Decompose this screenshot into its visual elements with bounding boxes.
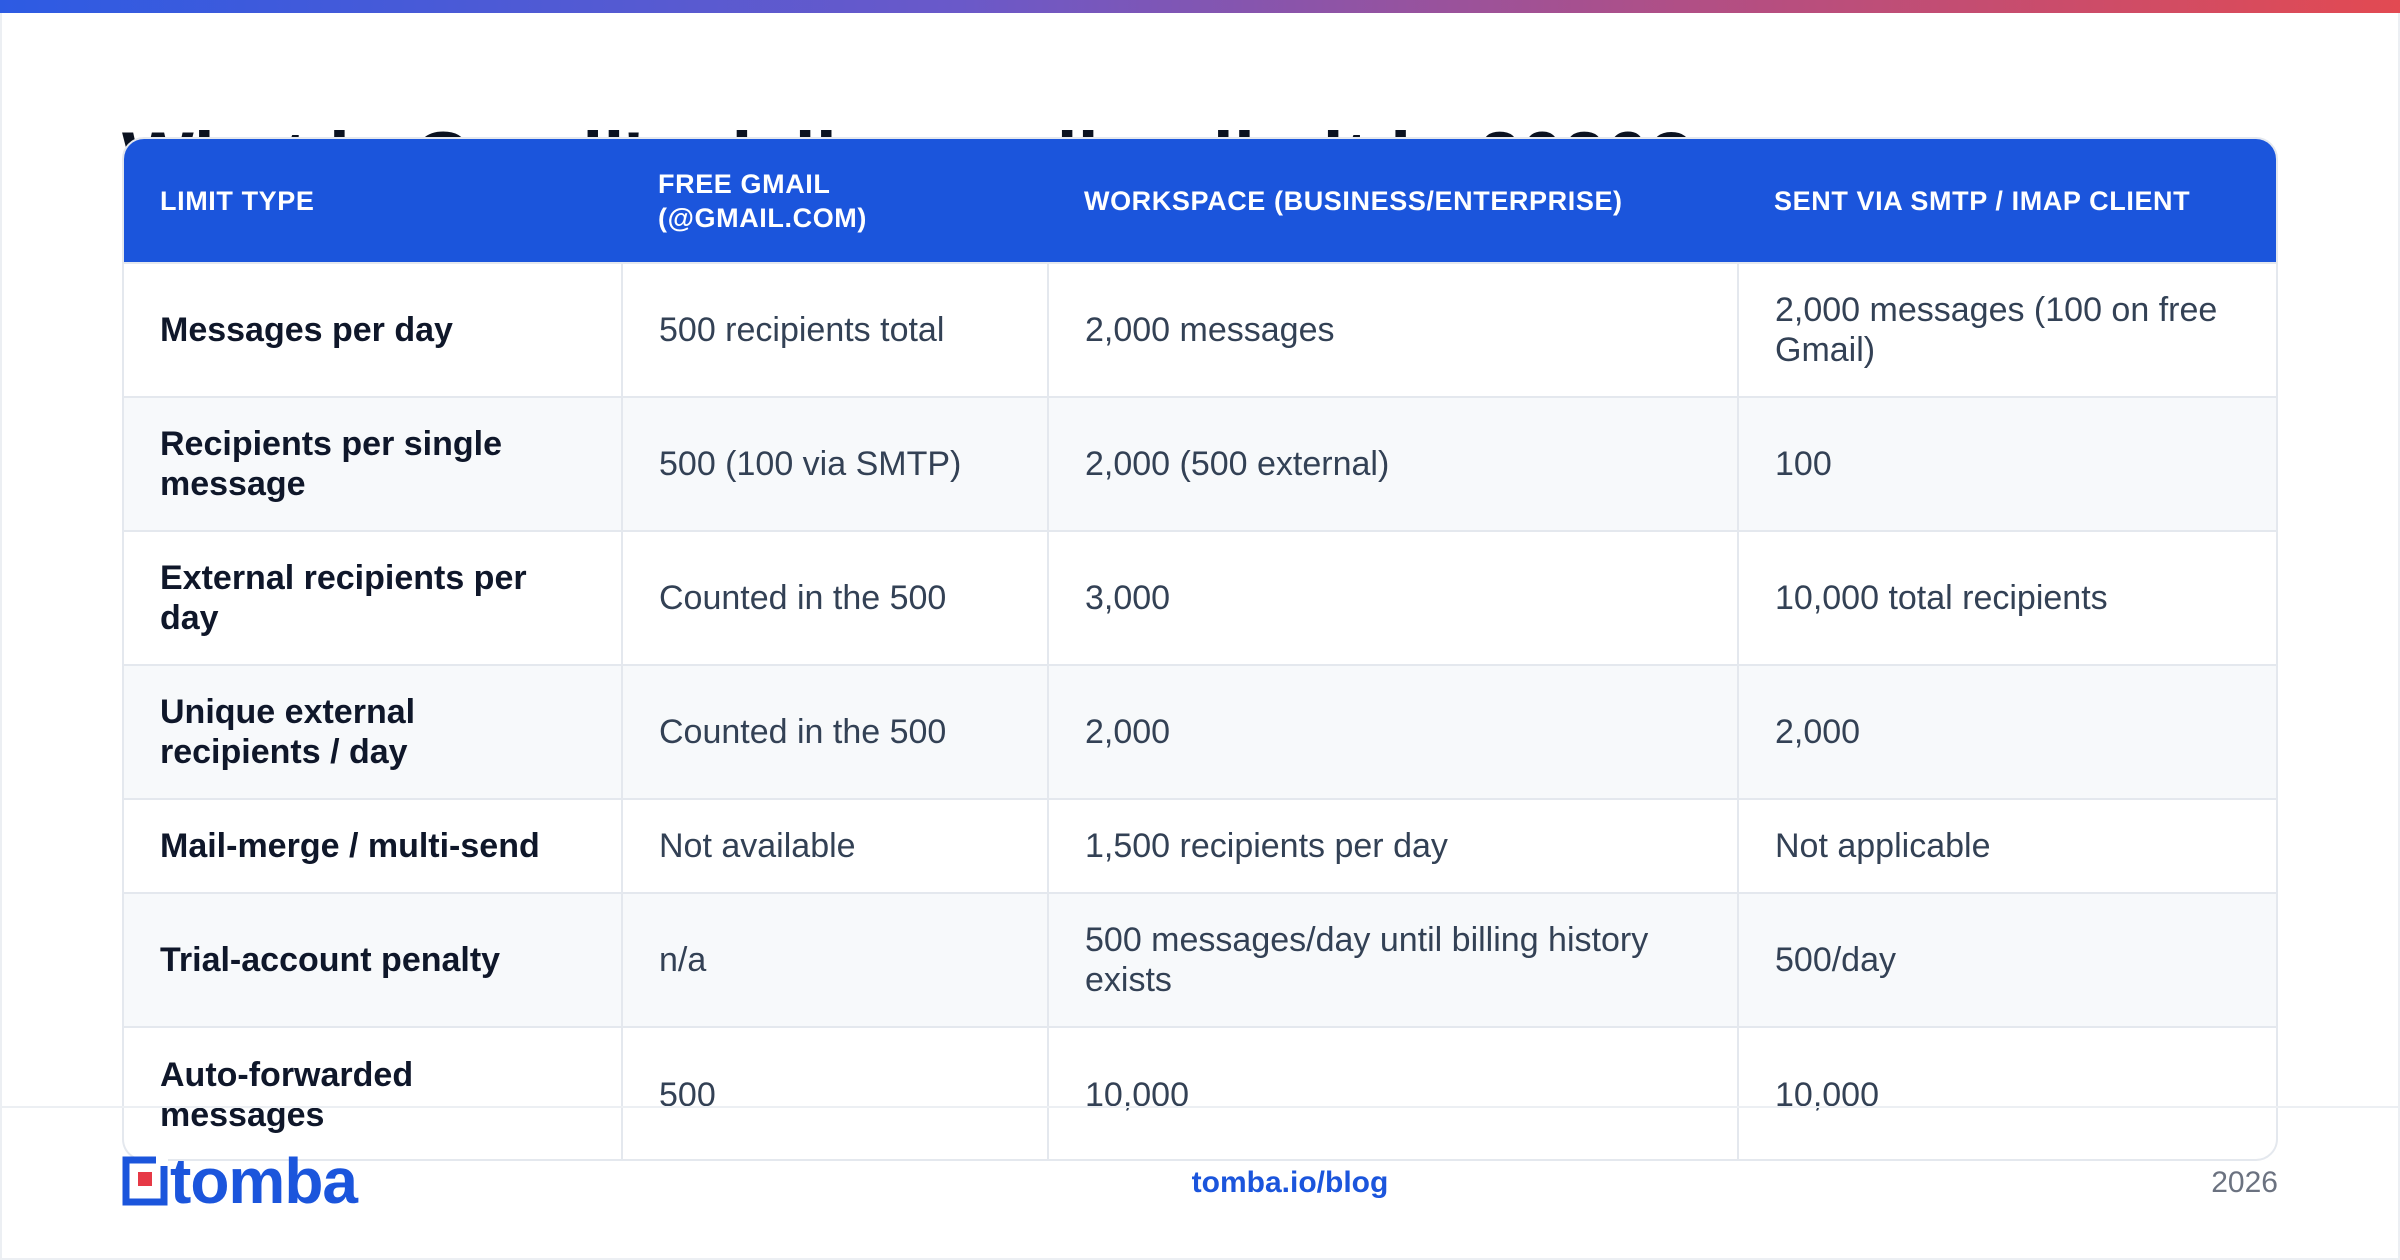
- row-label: Trial-account penalty: [124, 892, 622, 1027]
- cell-smtp-imap: 500/day: [1737, 892, 2276, 1027]
- table-row: Recipients per single message 500 (100 v…: [124, 396, 2276, 531]
- cell-workspace: 1,500 recipients per day: [1047, 798, 1738, 893]
- limits-table-grid: LIMIT TYPE FREE GMAIL (@GMAIL.COM) WORKS…: [124, 139, 2276, 1159]
- cell-free-gmail: 500: [621, 1026, 1048, 1159]
- row-label: Messages per day: [124, 262, 622, 397]
- header-workspace: WORKSPACE (BUSINESS/ENTERPRISE): [1048, 139, 1738, 263]
- blog-link[interactable]: tomba.io/blog: [1100, 1163, 1480, 1203]
- tomba-logo[interactable]: tomba: [122, 1145, 358, 1217]
- top-gradient-bar: [0, 0, 2400, 13]
- cell-smtp-imap: 10,000 total recipients: [1737, 530, 2276, 665]
- table-row: Unique external recipients / day Counted…: [124, 664, 2276, 799]
- tomba-logo-icon: [122, 1156, 168, 1206]
- cell-free-gmail: 500 recipients total: [621, 262, 1048, 397]
- cell-workspace: 10,000: [1047, 1026, 1738, 1159]
- cell-smtp-imap: 2,000 messages (100 on free Gmail): [1737, 262, 2276, 397]
- cell-workspace: 500 messages/day until billing history e…: [1047, 892, 1738, 1027]
- cell-workspace: 2,000 messages: [1047, 262, 1738, 397]
- table-row: Messages per day 500 recipients total 2,…: [124, 262, 2276, 397]
- row-label: Recipients per single message: [124, 396, 622, 531]
- cell-smtp-imap: 100: [1737, 396, 2276, 531]
- table-row: External recipients per day Counted in t…: [124, 530, 2276, 665]
- cell-free-gmail: n/a: [621, 892, 1048, 1027]
- cell-smtp-imap: 10,000: [1737, 1026, 2276, 1159]
- cell-workspace: 3,000: [1047, 530, 1738, 665]
- header-limit-type: LIMIT TYPE: [124, 139, 622, 263]
- logo-wordmark: tomba: [170, 1145, 358, 1217]
- footer-divider: [0, 1106, 2400, 1108]
- row-label: External recipients per day: [124, 530, 622, 665]
- row-label: Unique external recipients / day: [124, 664, 622, 799]
- footer-year: 2026: [2211, 1166, 2278, 1199]
- table-row: Mail-merge / multi-send Not available 1,…: [124, 798, 2276, 893]
- cell-free-gmail: Counted in the 500: [621, 530, 1048, 665]
- limits-table: LIMIT TYPE FREE GMAIL (@GMAIL.COM) WORKS…: [122, 137, 2278, 1161]
- cell-smtp-imap: 2,000: [1737, 664, 2276, 799]
- header-smtp-imap: SENT VIA SMTP / IMAP CLIENT: [1738, 139, 2276, 263]
- table-header-row: LIMIT TYPE FREE GMAIL (@GMAIL.COM) WORKS…: [124, 139, 2276, 263]
- row-label: Auto-forwarded messages: [124, 1026, 622, 1159]
- row-label: Mail-merge / multi-send: [124, 798, 622, 893]
- cell-free-gmail: 500 (100 via SMTP): [621, 396, 1048, 531]
- table-row: Auto-forwarded messages 500 10,000 10,00…: [124, 1026, 2276, 1159]
- cell-workspace: 2,000: [1047, 664, 1738, 799]
- cell-workspace: 2,000 (500 external): [1047, 396, 1738, 531]
- cell-free-gmail: Not available: [621, 798, 1048, 893]
- table-row: Trial-account penalty n/a 500 messages/d…: [124, 892, 2276, 1027]
- cell-smtp-imap: Not applicable: [1737, 798, 2276, 893]
- cell-free-gmail: Counted in the 500: [621, 664, 1048, 799]
- header-free-gmail: FREE GMAIL (@GMAIL.COM): [622, 139, 1048, 263]
